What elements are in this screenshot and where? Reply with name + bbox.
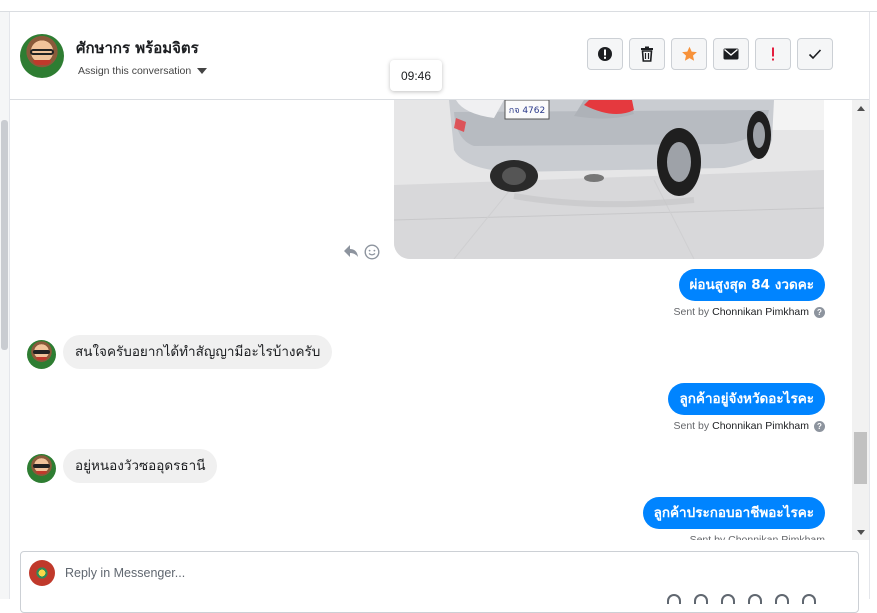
composer-toolbar (667, 594, 816, 604)
like-icon[interactable] (802, 594, 816, 604)
envelope-icon (723, 48, 739, 60)
smiley-react-icon[interactable] (364, 244, 380, 265)
star-button[interactable] (671, 38, 707, 70)
left-scrollbar-thumb[interactable] (1, 120, 8, 350)
thread-scrollbar[interactable] (852, 100, 869, 540)
license-plate-text: กจ 4762 (509, 106, 546, 116)
sent-by-prefix: Sent by (673, 420, 710, 432)
emoji-icon[interactable] (748, 594, 762, 604)
contact-name[interactable]: ศักษากร พร้อมจิตร (76, 36, 199, 60)
scroll-up-arrow-icon[interactable] (857, 106, 865, 111)
star-icon (681, 46, 697, 61)
scroll-down-arrow-icon[interactable] (857, 530, 865, 535)
sent-by-label: Sent by Chonnikan Pimkham ? (673, 420, 825, 432)
sent-by-name: Chonnikan Pimkham (712, 306, 809, 318)
right-edge (869, 12, 877, 599)
sent-by-label: Sent by Chonnikan Pimkham ? (673, 306, 825, 318)
mark-as-spam-button[interactable] (587, 38, 623, 70)
follow-up-button[interactable] (755, 38, 791, 70)
exclamation-icon (772, 47, 774, 61)
conversation-actions (587, 38, 833, 70)
saved-reply-icon[interactable] (694, 594, 708, 604)
sent-by-prefix: Sent by (673, 306, 710, 318)
car-photo-image: กจ 4762 (394, 100, 824, 259)
delete-button[interactable] (629, 38, 665, 70)
tooltip-time: 09:46 (400, 68, 432, 83)
incoming-message[interactable]: อยู่หนองวัวซออุดรธานี (63, 449, 218, 483)
help-icon[interactable]: ? (814, 420, 825, 432)
caret-down-icon (197, 68, 208, 74)
sent-by-name: Chonnikan Pimkham (712, 420, 809, 432)
outgoing-message[interactable]: ผ่อนสูงสุด 84 งวดคะ (678, 269, 825, 301)
car-photo-attachment[interactable]: กจ 4762 (394, 100, 824, 259)
assign-label: Assign this conversation (78, 65, 192, 77)
image-icon[interactable] (721, 594, 735, 604)
outgoing-message[interactable]: ลูกค้าประกอบอาชีพอะไรคะ (642, 497, 825, 529)
trash-icon (641, 46, 653, 62)
sent-by-label-partial: Sent by Chonnikan Pimkham (690, 534, 825, 540)
top-border (0, 0, 877, 12)
mark-done-button[interactable] (797, 38, 833, 70)
contact-avatar-small (27, 454, 56, 483)
scrollbar-thumb[interactable] (854, 432, 867, 484)
message-thread[interactable]: กจ 4762 ผ่อนสูงสุด 84 งวดคะ Sent by Chon… (10, 100, 852, 540)
contact-avatar[interactable] (20, 34, 64, 78)
partial-sent-by-text: Sent by Chonnikan Pimkham (689, 534, 825, 540)
alert-circle-icon (598, 47, 612, 61)
left-panel-scrollbar[interactable] (0, 12, 10, 599)
incoming-message[interactable]: สนใจครับอยากได้ทำสัญญามีอะไรบ้างครับ (63, 335, 333, 369)
assign-conversation-dropdown[interactable]: Assign this conversation (78, 65, 208, 77)
help-icon[interactable]: ? (814, 306, 825, 318)
contact-avatar-small (27, 340, 56, 369)
checkmark-icon (808, 49, 822, 60)
attach-icon[interactable] (667, 594, 681, 604)
mark-unread-button[interactable] (713, 38, 749, 70)
cart-icon[interactable] (775, 594, 789, 604)
reply-composer[interactable]: Reply in Messenger... (20, 551, 859, 613)
timestamp-tooltip: 09:46 (390, 60, 442, 91)
outgoing-message[interactable]: ลูกค้าอยู่จังหวัดอะไรคะ (668, 383, 825, 415)
page-logo-avatar (29, 560, 55, 586)
reply-input[interactable]: Reply in Messenger... (65, 566, 185, 580)
reply-icon[interactable] (343, 244, 359, 263)
